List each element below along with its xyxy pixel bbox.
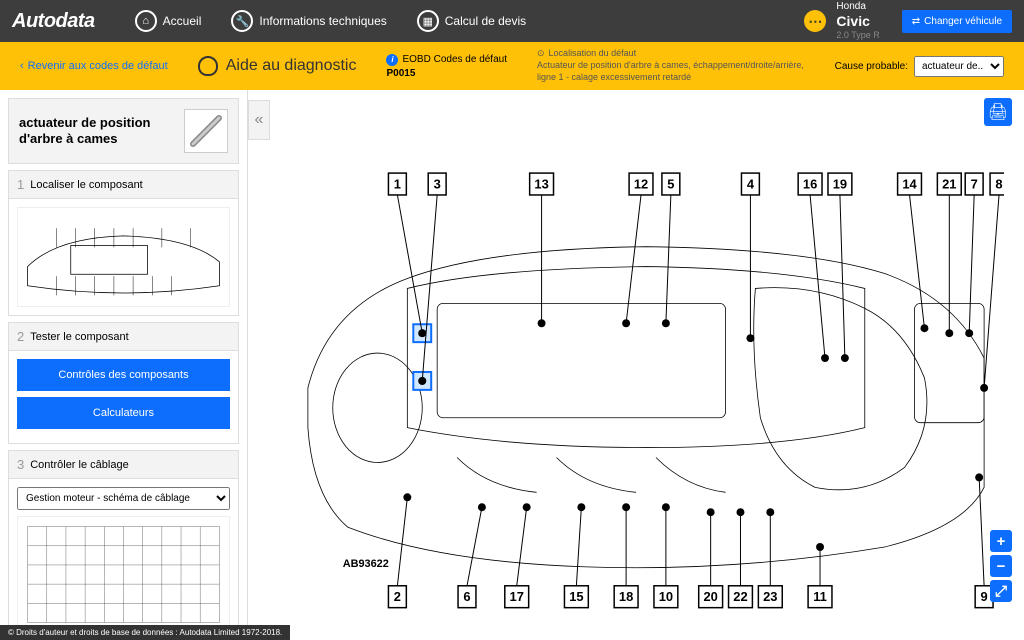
- nav-quote[interactable]: ▦ Calcul de devis: [417, 10, 526, 32]
- vehicle-model: Civic: [836, 13, 879, 30]
- svg-text:9: 9: [981, 589, 988, 604]
- aid-title-text: Aide au diagnostic: [226, 57, 357, 75]
- calculator-icon: ▦: [417, 10, 439, 32]
- svg-text:8: 8: [995, 177, 1002, 192]
- zoom-out-button[interactable]: −: [990, 555, 1012, 577]
- fault-code: P0015: [386, 68, 507, 79]
- more-icon[interactable]: ⋯: [804, 10, 826, 32]
- svg-text:11: 11: [813, 589, 827, 604]
- zoom-in-button[interactable]: +: [990, 530, 1012, 552]
- svg-text:15: 15: [569, 589, 583, 604]
- vehicle-make: Honda: [836, 1, 879, 13]
- step3-label: Contrôler le câblage: [30, 459, 128, 471]
- step2-num: 2: [17, 329, 24, 344]
- print-button[interactable]: 🖨: [984, 98, 1012, 126]
- brand-logo: Autodata: [12, 10, 95, 33]
- svg-text:3: 3: [434, 177, 441, 192]
- diagram-ref: AB93622: [343, 558, 389, 570]
- svg-text:23: 23: [763, 589, 777, 604]
- component-controls-button[interactable]: Contrôles des composants: [17, 359, 230, 391]
- cause-label: Cause probable:: [835, 61, 908, 72]
- diagram-area: 🖨 131312541619142178 2617151810202223119…: [248, 90, 1024, 626]
- change-vehicle-button[interactable]: ⇄ Changer véhicule: [902, 10, 1012, 33]
- chevron-left-icon: ‹: [20, 60, 24, 72]
- svg-text:17: 17: [510, 589, 524, 604]
- vehicle-box: ⋯ Honda Civic 2.0 Type R ⇄ Changer véhic…: [804, 1, 1012, 41]
- zoom-reset-button[interactable]: ⤢: [990, 580, 1012, 602]
- main-area: actuateur de position d'arbre à cames 1 …: [0, 90, 1024, 626]
- svg-text:16: 16: [803, 177, 817, 192]
- bulb-icon: [198, 56, 218, 76]
- nav-quote-label: Calcul de devis: [445, 14, 526, 28]
- svg-text:19: 19: [833, 177, 847, 192]
- svg-text:21: 21: [942, 177, 956, 192]
- loc-title: Localisation du défaut: [549, 48, 637, 60]
- step2-header: 2 Tester le composant: [8, 322, 239, 351]
- svg-text:14: 14: [902, 177, 917, 192]
- step2-label: Tester le composant: [30, 331, 128, 343]
- zoom-controls: + − ⤢: [990, 530, 1012, 602]
- wiring-select[interactable]: Gestion moteur - schéma de câblage: [17, 487, 230, 510]
- wrench-icon: 🔧: [231, 10, 253, 32]
- code-block: i EOBD Codes de défaut P0015: [386, 54, 507, 79]
- svg-text:10: 10: [659, 589, 673, 604]
- step1-num: 1: [17, 177, 24, 192]
- svg-text:1: 1: [394, 177, 401, 192]
- svg-text:18: 18: [619, 589, 633, 604]
- loc-desc: Actuateur de position d'arbre à cames, é…: [537, 60, 805, 83]
- wiring-thumb[interactable]: [17, 516, 230, 626]
- step1-label: Localiser le composant: [30, 179, 143, 191]
- svg-text:5: 5: [667, 177, 674, 192]
- step3-body: Gestion moteur - schéma de câblage: [8, 479, 239, 626]
- nav-items: ⌂ Accueil 🔧 Informations techniques ▦ Ca…: [135, 10, 805, 32]
- target-icon: ⊙: [537, 48, 545, 60]
- svg-text:22: 22: [733, 589, 747, 604]
- nav-home[interactable]: ⌂ Accueil: [135, 10, 202, 32]
- home-icon: ⌂: [135, 10, 157, 32]
- sidebar: actuateur de position d'arbre à cames 1 …: [0, 90, 248, 626]
- component-thumb: [184, 109, 228, 153]
- svg-text:13: 13: [534, 177, 548, 192]
- print-icon: 🖨: [988, 102, 1008, 122]
- component-title: actuateur de position d'arbre à cames: [19, 115, 176, 146]
- svg-text:6: 6: [463, 589, 470, 604]
- vehicle-variant: 2.0 Type R: [836, 30, 879, 41]
- top-nav: Autodata ⌂ Accueil 🔧 Informations techni…: [0, 0, 1024, 42]
- ecus-button[interactable]: Calculateurs: [17, 397, 230, 429]
- step1-header: 1 Localiser le composant: [8, 170, 239, 199]
- back-label: Revenir aux codes de défaut: [28, 60, 168, 72]
- cause-select[interactable]: actuateur de...: [914, 56, 1004, 77]
- change-vehicle-label: Changer véhicule: [924, 16, 1002, 27]
- component-header: actuateur de position d'arbre à cames: [8, 98, 239, 164]
- context-bar: ‹ Revenir aux codes de défaut Aide au di…: [0, 42, 1024, 90]
- aid-title: Aide au diagnostic: [198, 56, 357, 76]
- back-link[interactable]: ‹ Revenir aux codes de défaut: [20, 60, 168, 72]
- nav-home-label: Accueil: [163, 14, 202, 28]
- svg-text:2: 2: [394, 589, 401, 604]
- step3-num: 3: [17, 457, 24, 472]
- svg-text:12: 12: [634, 177, 648, 192]
- swap-icon: ⇄: [912, 16, 920, 27]
- svg-text:4: 4: [747, 177, 755, 192]
- step1-body: [8, 199, 239, 316]
- nav-tech[interactable]: 🔧 Informations techniques: [231, 10, 386, 32]
- locate-thumb[interactable]: [17, 207, 230, 307]
- nav-tech-label: Informations techniques: [259, 14, 386, 28]
- cause-block: Cause probable: actuateur de...: [835, 56, 1004, 77]
- eobd-label: EOBD Codes de défaut: [402, 54, 507, 65]
- svg-text:20: 20: [703, 589, 717, 604]
- footer-copyright: © Droits d'auteur et droits de base de d…: [0, 625, 290, 640]
- fault-location: ⊙ Localisation du défaut Actuateur de po…: [537, 48, 805, 83]
- svg-text:7: 7: [971, 177, 978, 192]
- vehicle-info: Honda Civic 2.0 Type R: [836, 1, 879, 41]
- step2-body: Contrôles des composants Calculateurs: [8, 351, 239, 444]
- step3-header: 3 Contrôler le câblage: [8, 450, 239, 479]
- engine-diagram[interactable]: 131312541619142178 2617151810202223119 A…: [288, 110, 1004, 626]
- info-icon: i: [386, 54, 398, 66]
